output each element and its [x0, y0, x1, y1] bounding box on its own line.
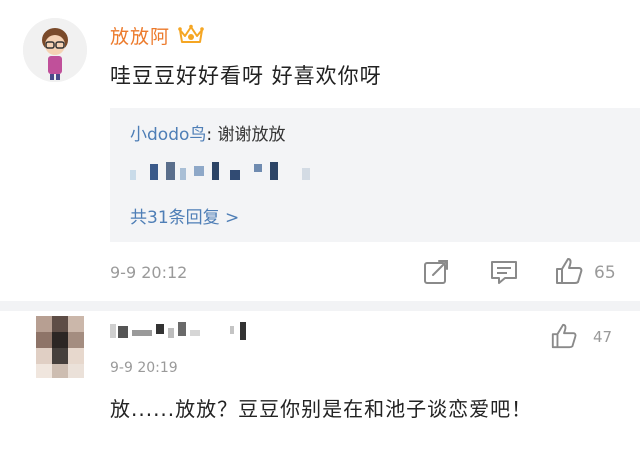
comment-text: 放......放放？豆豆你别是在和池子谈恋爱吧！: [110, 397, 533, 421]
comment-text: 哇豆豆好好看呀 好喜欢你呀: [110, 64, 382, 88]
reply-username[interactable]: 小dodo鸟: [130, 125, 206, 145]
reply-text: 谢谢放放: [217, 125, 286, 145]
like-thumb-icon[interactable]: [550, 322, 578, 350]
username-redacted[interactable]: [110, 320, 270, 344]
avatar-cartoon-icon: [23, 18, 87, 82]
avatar[interactable]: [36, 316, 84, 378]
like-count: 47: [593, 328, 613, 346]
username[interactable]: 放放阿: [110, 22, 170, 49]
like-count: 65: [594, 263, 616, 283]
reply-line: 小dodo鸟: 谢谢放放: [130, 120, 286, 145]
reply-separator: :: [206, 125, 218, 145]
pixelated-avatar-icon: [36, 316, 84, 378]
section-divider: [0, 301, 640, 311]
comment-icon[interactable]: [490, 259, 518, 285]
view-replies-link[interactable]: 共31条回复 >: [130, 203, 239, 228]
crown-badge-icon: [178, 24, 204, 46]
avatar[interactable]: [23, 18, 87, 82]
share-icon[interactable]: [423, 259, 451, 285]
timestamp: 9-9 20:12: [110, 263, 188, 282]
pixelated-content: [130, 160, 330, 184]
like-thumb-icon[interactable]: [554, 256, 584, 286]
timestamp: 9-9 20:19: [110, 360, 178, 376]
